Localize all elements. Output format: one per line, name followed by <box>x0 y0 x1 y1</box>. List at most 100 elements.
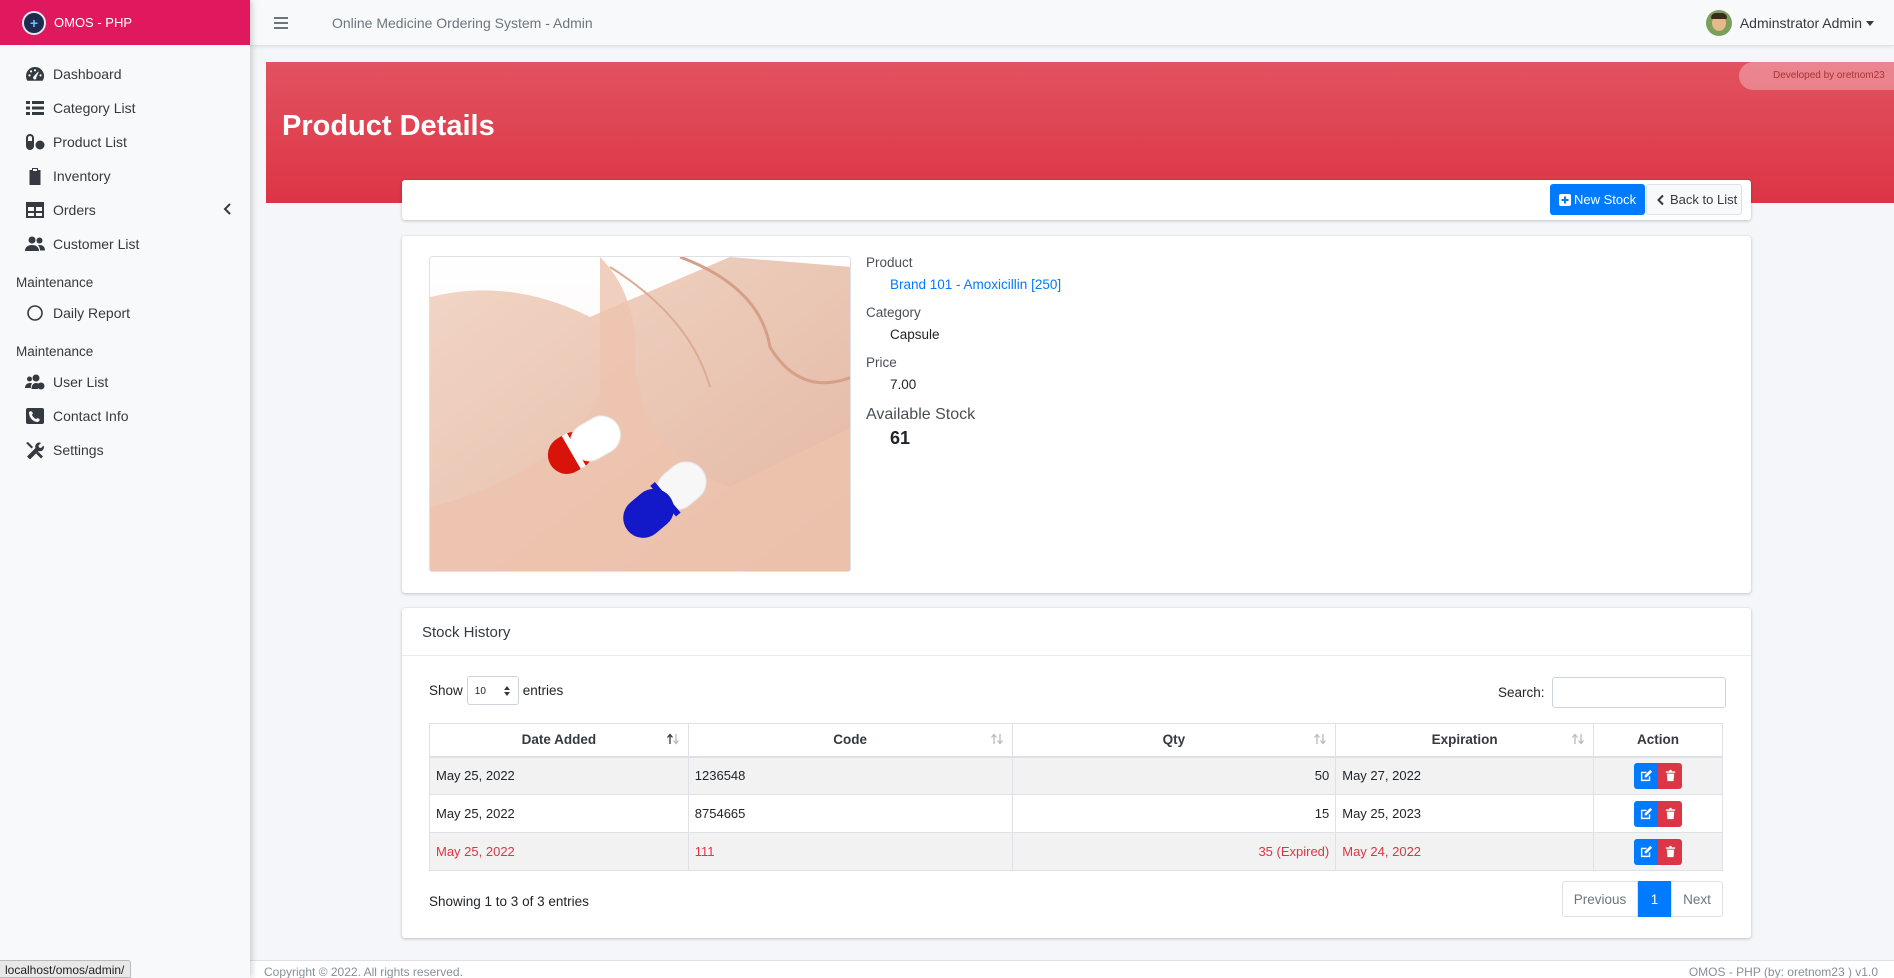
cell-expiration: May 24, 2022 <box>1335 832 1595 871</box>
stock-history-card: Stock History Show 10 entries Search: Da… <box>402 608 1751 938</box>
sidebar-item-contact-info[interactable]: Contact Info <box>0 399 250 433</box>
sidebar-item-category-list[interactable]: Category List <box>0 91 250 125</box>
clipboard-icon <box>24 167 46 185</box>
edit-stock-button[interactable] <box>1634 762 1659 789</box>
edit-icon <box>1640 845 1652 858</box>
footer-copyright: Copyright © 2022. All rights reserved. <box>264 965 463 978</box>
plus-square-icon <box>1559 193 1571 206</box>
back-to-list-button[interactable]: Back to List <box>1646 184 1742 215</box>
show-label: Show <box>429 683 463 698</box>
delete-stock-button[interactable] <box>1658 838 1683 865</box>
sidebar-item-label: Customer List <box>53 236 140 252</box>
product-name-link[interactable]: Brand 101 - Amoxicillin [250] <box>890 277 1061 292</box>
price-label: Price <box>866 355 897 370</box>
table-info: Showing 1 to 3 of 3 entries <box>429 894 589 909</box>
cell-qty: 15 <box>1011 794 1337 833</box>
sidebar: + OMOS - PHP Dashboard Category List Pro… <box>0 0 250 978</box>
sort-asc-icon <box>666 733 679 745</box>
status-bar-url: localhost/omos/admin/ <box>0 960 132 978</box>
sidebar-section-header: Maintenance <box>16 275 94 290</box>
cell-action <box>1593 794 1723 833</box>
caret-down-icon <box>1866 20 1874 26</box>
stock-history-table: Date Added Code Qty Expiration Action Ma… <box>429 723 1723 871</box>
column-header-action: Action <box>1593 723 1723 758</box>
trash-icon <box>1665 770 1675 782</box>
sidebar-item-product-list[interactable]: Product List <box>0 125 250 159</box>
chevron-left-icon <box>1657 194 1664 205</box>
pagination-next[interactable]: Next <box>1671 881 1723 917</box>
delete-stock-button[interactable] <box>1658 800 1683 827</box>
pagination-page[interactable]: 1 <box>1638 881 1671 917</box>
list-icon <box>24 99 46 117</box>
pagination-previous[interactable]: Previous <box>1562 881 1638 917</box>
column-header-date-added[interactable]: Date Added <box>429 723 689 758</box>
cell-action <box>1593 832 1723 871</box>
table-row: May 25, 2022 8754665 15 May 25, 2023 <box>429 794 1723 833</box>
column-header-qty[interactable]: Qty <box>1011 723 1337 758</box>
table-row: May 25, 2022 1236548 50 May 27, 2022 <box>429 756 1723 795</box>
sidebar-item-user-list[interactable]: User List <box>0 365 250 399</box>
column-header-label: Code <box>833 732 868 748</box>
stock-history-title: Stock History <box>402 608 1751 656</box>
page-title: Product Details <box>282 110 495 142</box>
product-label: Product <box>866 255 913 270</box>
footer: Copyright © 2022. All rights reserved. O… <box>250 960 1894 978</box>
trash-icon <box>1665 845 1675 858</box>
brand-link[interactable]: + OMOS - PHP <box>0 0 250 45</box>
column-header-label: Date Added <box>521 732 597 748</box>
pagination: Previous 1 Next <box>1562 881 1723 917</box>
sidebar-item-label: Contact Info <box>53 408 129 424</box>
users-icon <box>24 235 46 253</box>
column-header-code[interactable]: Code <box>687 723 1013 758</box>
sidebar-item-orders[interactable]: Orders <box>0 193 250 227</box>
brand-name: OMOS - PHP <box>54 15 133 30</box>
user-menu[interactable]: Adminstrator Admin <box>1705 10 1874 36</box>
table-search: Search: <box>1498 677 1726 708</box>
entries-length-control: Show 10 entries <box>429 676 563 705</box>
sort-arrows-icon <box>503 686 510 696</box>
edit-icon <box>1640 770 1652 782</box>
new-stock-button[interactable]: New Stock <box>1550 184 1645 215</box>
chevron-left-icon <box>223 203 231 215</box>
sidebar-item-label: Product List <box>53 134 127 150</box>
trash-icon <box>1665 807 1675 820</box>
actions-card: New Stock Back to List <box>402 180 1751 220</box>
entries-select[interactable]: 10 <box>466 676 519 705</box>
cell-qty: 50 <box>1011 756 1337 795</box>
sidebar-item-settings[interactable]: Settings <box>0 433 250 467</box>
menu-toggle-icon[interactable] <box>274 16 288 29</box>
cell-date-added: May 25, 2022 <box>429 832 689 871</box>
category-label: Category <box>866 305 921 320</box>
sidebar-item-label: Category List <box>53 100 136 116</box>
table-icon <box>24 201 46 219</box>
tools-icon <box>24 441 46 459</box>
users-cog-icon <box>24 373 46 391</box>
entries-select-value: 10 <box>474 686 486 697</box>
cell-action <box>1593 756 1723 795</box>
top-navbar: Online Medicine Ordering System - Admin … <box>250 0 1894 46</box>
search-input[interactable] <box>1551 677 1726 708</box>
column-header-expiration[interactable]: Expiration <box>1335 723 1595 758</box>
sidebar-item-inventory[interactable]: Inventory <box>0 159 250 193</box>
edit-stock-button[interactable] <box>1634 838 1659 865</box>
product-details-card: Product Brand 101 - Amoxicillin [250] Ca… <box>402 236 1751 593</box>
sort-icon <box>1314 733 1327 745</box>
sidebar-item-label: Daily Report <box>53 305 131 321</box>
sidebar-item-label: Dashboard <box>53 66 122 82</box>
sort-icon <box>1572 733 1585 745</box>
delete-stock-button[interactable] <box>1658 762 1683 789</box>
available-stock-label: Available Stock <box>866 406 976 423</box>
sidebar-item-dashboard[interactable]: Dashboard <box>0 57 250 91</box>
cell-expiration: May 27, 2022 <box>1335 756 1595 795</box>
system-title: Online Medicine Ordering System - Admin <box>332 14 593 31</box>
developer-badge[interactable]: Developed by oretnom23 <box>1739 62 1894 90</box>
cell-expiration: May 25, 2023 <box>1335 794 1595 833</box>
sidebar-item-customer-list[interactable]: Customer List <box>0 227 250 261</box>
sidebar-item-daily-report[interactable]: Daily Report <box>0 296 250 330</box>
edit-stock-button[interactable] <box>1634 800 1659 827</box>
column-header-label: Action <box>1637 732 1680 748</box>
column-header-label: Qty <box>1162 732 1186 748</box>
circle-icon <box>24 304 46 322</box>
cell-code: 111 <box>687 832 1013 871</box>
new-stock-label: New Stock <box>1574 192 1637 207</box>
